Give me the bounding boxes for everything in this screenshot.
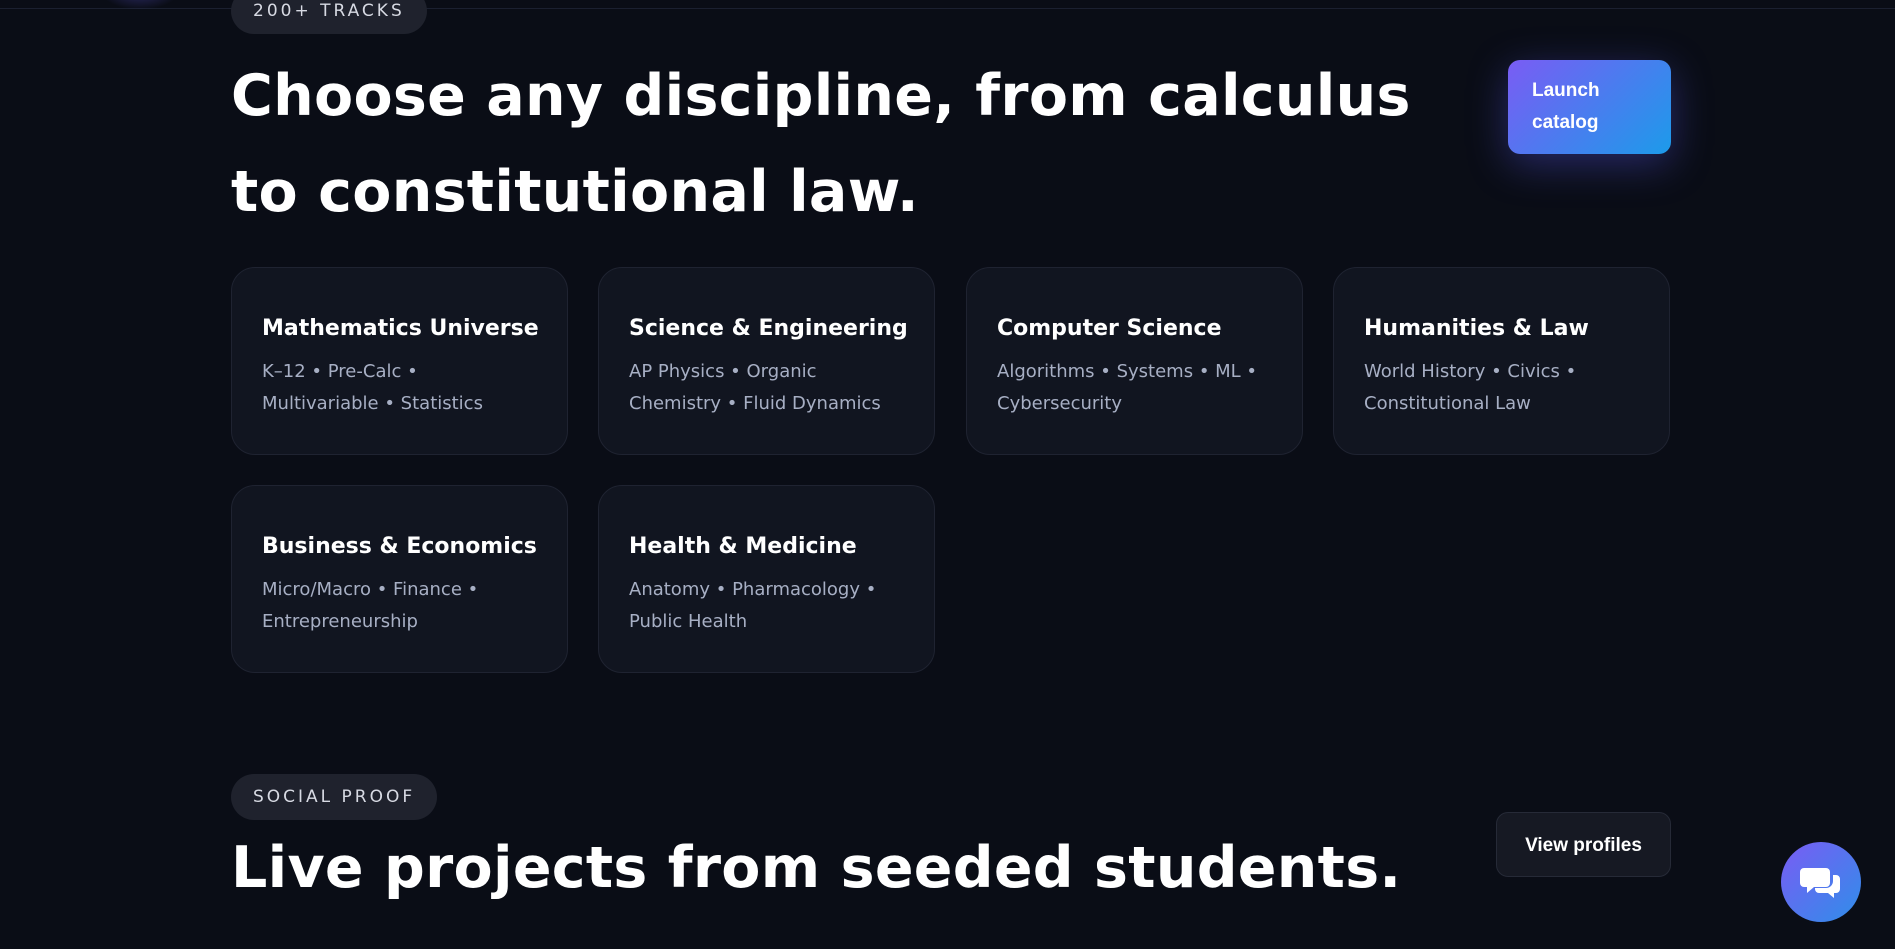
track-card-description: Micro/Macro • Finance • Entrepreneurship [262, 579, 479, 632]
tracks-headline: Choose any discipline, from calculus to … [231, 63, 1411, 225]
chat-bubbles-icon [1800, 868, 1840, 898]
track-card-title: Mathematics Universe [262, 316, 539, 341]
track-card-description: Anatomy • Pharmacology • Public Health [629, 579, 877, 632]
track-card-description: Algorithms • Systems • ML • Cybersecurit… [997, 361, 1258, 414]
track-card-mathematics[interactable]: Mathematics Universe K–12 • Pre-Calc • M… [231, 267, 568, 455]
track-card-title: Science & Engineering [629, 316, 908, 341]
launch-catalog-button[interactable]: Launch catalog [1508, 60, 1671, 154]
tracks-pill: 200+ TRACKS [231, 0, 427, 34]
track-card-humanities-law[interactable]: Humanities & Law World History • Civics … [1333, 267, 1670, 455]
social-proof-pill: SOCIAL PROOF [231, 774, 438, 820]
track-card-title: Health & Medicine [629, 534, 857, 559]
social-proof-headline: Live projects from seeded students. [231, 835, 1402, 901]
view-profiles-button[interactable]: View profiles [1496, 812, 1671, 877]
page: 200+ TRACKS Choose any discipline, from … [0, 0, 1895, 949]
track-card-health-medicine[interactable]: Health & Medicine Anatomy • Pharmacology… [598, 485, 935, 673]
track-card-business-economics[interactable]: Business & Economics Micro/Macro • Finan… [231, 485, 568, 673]
track-card-title: Business & Economics [262, 534, 537, 559]
chat-button[interactable] [1781, 842, 1861, 922]
track-card-description: K–12 • Pre-Calc • Multivariable • Statis… [262, 361, 483, 414]
track-card-description: AP Physics • Organic Chemistry • Fluid D… [629, 361, 881, 414]
track-card-title: Computer Science [997, 316, 1222, 341]
track-card-description: World History • Civics • Constitutional … [1364, 361, 1577, 414]
track-card-title: Humanities & Law [1364, 316, 1589, 341]
track-card-computer-science[interactable]: Computer Science Algorithms • Systems • … [966, 267, 1303, 455]
track-card-science-engineering[interactable]: Science & Engineering AP Physics • Organ… [598, 267, 935, 455]
